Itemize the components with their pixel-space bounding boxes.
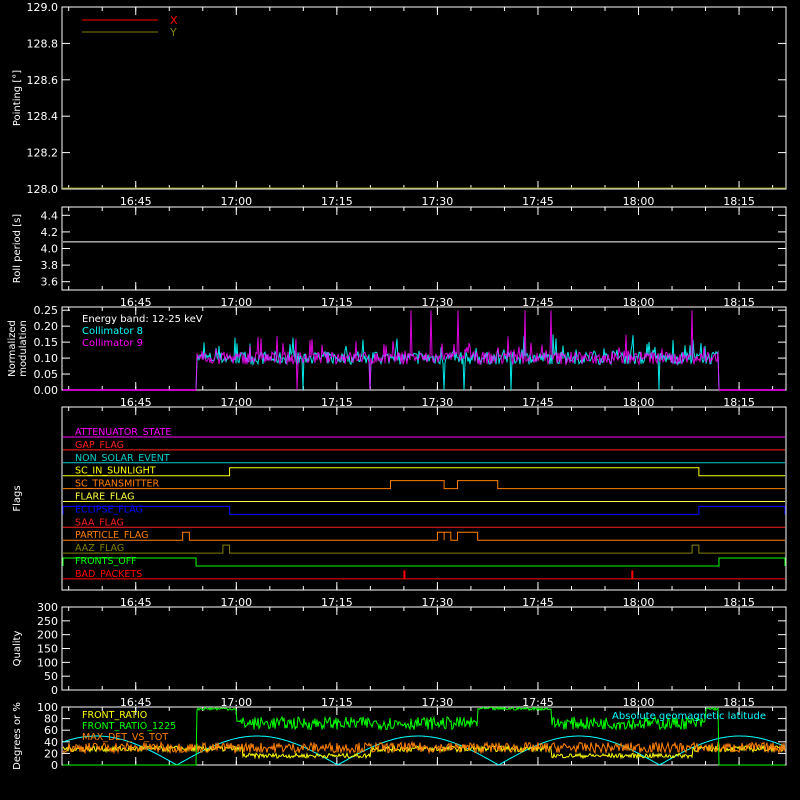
legend-label: Collimator 8: [82, 326, 143, 337]
figure: 16:45 17:00 17:15 17:30 17:45 18:00 18:15 128.0…: [0, 0, 800, 800]
y-axis-label: Quality: [12, 631, 23, 667]
y-axis-label: Degrees or %: [12, 702, 23, 770]
y-tick-label: 100: [37, 701, 58, 714]
legend-label: Y: [169, 26, 177, 39]
y-axis-label: Roll period [s]: [12, 214, 23, 283]
y-tick-label: 128.8: [27, 37, 59, 50]
flag-label: NON_SOLAR_EVENT: [75, 453, 170, 464]
legend-label: Collimator 9: [82, 338, 143, 349]
time-tick-label: 17:30: [422, 195, 454, 208]
y-tick-label: 300: [37, 601, 58, 614]
y-axis-label: Pointing [°]: [12, 70, 23, 126]
y-tick-label: 128.4: [27, 110, 59, 123]
y-tick-label: 0.25: [34, 304, 59, 317]
y-tick-label: 50: [44, 670, 58, 683]
y-tick-label: 0.10: [34, 352, 59, 365]
y-tick-label: 3.6: [41, 276, 59, 289]
right-legend-label: Absolute geomagnetic latitude: [612, 711, 766, 722]
y-tick-label: 3.8: [41, 259, 59, 272]
y-axis-label: Flags: [12, 485, 23, 511]
time-tick-label: 18:15: [723, 195, 755, 208]
y-tick-label: 128.2: [27, 147, 59, 160]
y-tick-label: 250: [37, 615, 58, 628]
y-tick-label: 128.6: [27, 74, 59, 87]
time-tick-label: 17:15: [321, 195, 353, 208]
y-tick-label: 60: [44, 724, 58, 737]
y-tick-label: 0.00: [34, 384, 59, 397]
y-tick-label: 0: [51, 684, 58, 697]
legend-label: MAX_DET_VS_TOT: [82, 732, 168, 743]
y-tick-label: 100: [37, 656, 58, 669]
flag-label: BAD_PACKETS: [75, 569, 142, 580]
y-tick-label: 4.4: [41, 209, 59, 222]
flag-label: SC_TRANSMITTER: [75, 479, 160, 490]
y-tick-label: 128.0: [27, 183, 59, 196]
time-tick-label: 18:00: [623, 195, 655, 208]
y-tick-label: 0.05: [34, 368, 59, 381]
flag-label: ECLIPSE_FLAG: [75, 504, 143, 515]
y-tick-label: 4.0: [41, 243, 59, 256]
y-tick-label: 150: [37, 643, 58, 656]
y-tick-label: 129.0: [27, 1, 59, 14]
flag-label: FRONTS_OFF: [75, 556, 137, 567]
y-tick-label: 40: [44, 736, 58, 749]
y-tick-label: 4.2: [41, 226, 59, 239]
y-tick-label: 0.15: [34, 336, 59, 349]
flag-label: SAA_FLAG: [75, 517, 124, 528]
flag-label: SC_IN_SUNLIGHT: [75, 466, 156, 477]
flag-label: GAP_FLAG: [75, 440, 124, 451]
flag-label: ATTENUATOR_STATE: [75, 427, 171, 438]
flag-label: FLARE_FLAG: [75, 492, 135, 503]
energy-band-annotation: Energy band: 12-25 keV: [82, 314, 203, 325]
y-tick-label: 80: [44, 713, 58, 726]
y-axis-label-line2: modulation: [18, 320, 29, 377]
legend-label: FRONT_RATIO_1225: [82, 721, 176, 732]
flag-label: AAZ_FLAG: [75, 543, 124, 554]
flag-label: PARTICLE_FLAG: [75, 530, 148, 541]
y-axis-label-line1: Normalized: [7, 320, 18, 377]
y-tick-label: 200: [37, 629, 58, 642]
legend-label: FRONT_RATIO: [82, 710, 147, 721]
y-tick-label: 20: [44, 747, 58, 760]
time-tick-label: 17:45: [522, 195, 554, 208]
y-tick-label: 0.20: [34, 320, 59, 333]
time-tick-label: 17:00: [220, 195, 252, 208]
time-tick-label: 16:45: [120, 195, 152, 208]
y-tick-label: 0: [51, 759, 58, 772]
